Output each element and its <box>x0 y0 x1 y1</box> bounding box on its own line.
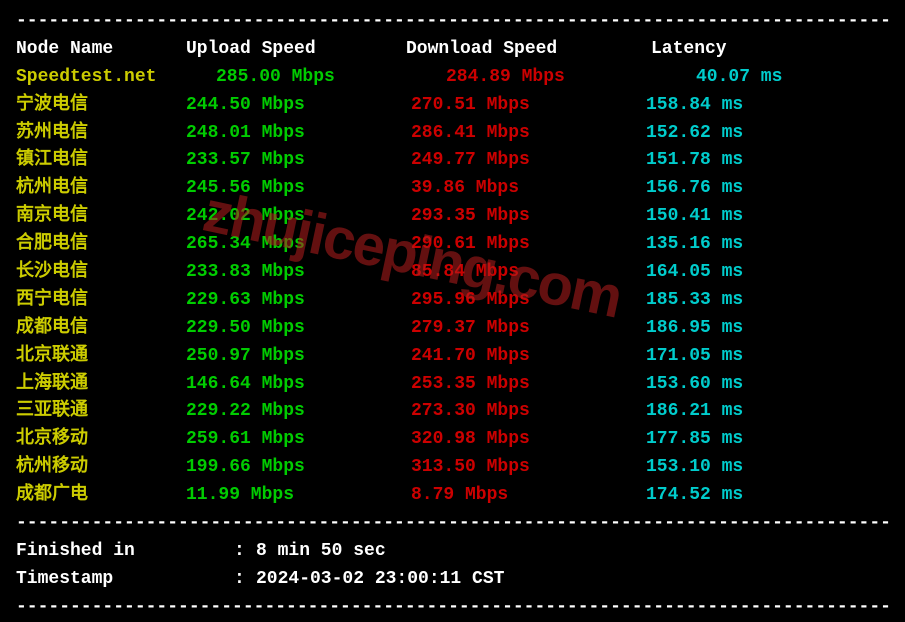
speedtest-download: 284.89 Mbps <box>446 64 696 92</box>
download-speed: 241.70 Mbps <box>411 343 646 371</box>
timestamp-value: 2024-03-02 23:00:11 CST <box>256 566 504 594</box>
download-speed: 286.41 Mbps <box>411 120 646 148</box>
download-speed: 295.96 Mbps <box>411 287 646 315</box>
footer-timestamp: Timestamp : 2024-03-02 23:00:11 CST <box>16 566 889 594</box>
table-row: 西宁电信229.63 Mbps295.96 Mbps185.33 ms <box>16 287 889 315</box>
table-row: 宁波电信244.50 Mbps270.51 Mbps158.84 ms <box>16 92 889 120</box>
node-name: 杭州移动 <box>16 454 186 482</box>
download-speed: 270.51 Mbps <box>411 92 646 120</box>
download-speed: 313.50 Mbps <box>411 454 646 482</box>
speedtest-name: Speedtest.net <box>16 64 216 92</box>
node-name: 成都电信 <box>16 315 186 343</box>
node-name: 合肥电信 <box>16 231 186 259</box>
node-name: 镇江电信 <box>16 147 186 175</box>
node-name: 北京移动 <box>16 426 186 454</box>
header-node: Node Name <box>16 36 186 64</box>
download-speed: 293.35 Mbps <box>411 203 646 231</box>
table-row: 成都广电11.99 Mbps8.79 Mbps174.52 ms <box>16 482 889 510</box>
upload-speed: 11.99 Mbps <box>186 482 411 510</box>
upload-speed: 265.34 Mbps <box>186 231 411 259</box>
latency-value: 158.84 ms <box>646 92 743 120</box>
upload-speed: 229.22 Mbps <box>186 398 411 426</box>
node-name: 西宁电信 <box>16 287 186 315</box>
node-name: 北京联通 <box>16 343 186 371</box>
download-speed: 320.98 Mbps <box>411 426 646 454</box>
latency-value: 171.05 ms <box>646 343 743 371</box>
latency-value: 151.78 ms <box>646 147 743 175</box>
table-row: 上海联通146.64 Mbps253.35 Mbps153.60 ms <box>16 371 889 399</box>
speedtest-upload: 285.00 Mbps <box>216 64 446 92</box>
upload-speed: 199.66 Mbps <box>186 454 411 482</box>
speedtest-latency: 40.07 ms <box>696 64 782 92</box>
divider-top: ----------------------------------------… <box>16 8 889 36</box>
upload-speed: 229.63 Mbps <box>186 287 411 315</box>
download-speed: 273.30 Mbps <box>411 398 646 426</box>
table-row: 杭州电信245.56 Mbps39.86 Mbps156.76 ms <box>16 175 889 203</box>
latency-value: 185.33 ms <box>646 287 743 315</box>
upload-speed: 146.64 Mbps <box>186 371 411 399</box>
download-speed: 279.37 Mbps <box>411 315 646 343</box>
upload-speed: 259.61 Mbps <box>186 426 411 454</box>
table-row: 北京联通250.97 Mbps241.70 Mbps171.05 ms <box>16 343 889 371</box>
table-row: 杭州移动199.66 Mbps313.50 Mbps153.10 ms <box>16 454 889 482</box>
download-speed: 253.35 Mbps <box>411 371 646 399</box>
timestamp-colon: : <box>234 566 256 594</box>
node-name: 上海联通 <box>16 371 186 399</box>
timestamp-label: Timestamp <box>16 566 234 594</box>
table-row: 成都电信229.50 Mbps279.37 Mbps186.95 ms <box>16 315 889 343</box>
divider-bottom: ----------------------------------------… <box>16 594 889 622</box>
table-row: 长沙电信233.83 Mbps85.84 Mbps164.05 ms <box>16 259 889 287</box>
upload-speed: 229.50 Mbps <box>186 315 411 343</box>
latency-value: 164.05 ms <box>646 259 743 287</box>
table-row: 合肥电信265.34 Mbps290.61 Mbps135.16 ms <box>16 231 889 259</box>
upload-speed: 245.56 Mbps <box>186 175 411 203</box>
download-speed: 249.77 Mbps <box>411 147 646 175</box>
latency-value: 135.16 ms <box>646 231 743 259</box>
upload-speed: 244.50 Mbps <box>186 92 411 120</box>
header-download: Download Speed <box>406 36 651 64</box>
upload-speed: 250.97 Mbps <box>186 343 411 371</box>
header-latency: Latency <box>651 36 727 64</box>
latency-value: 152.62 ms <box>646 120 743 148</box>
node-name: 三亚联通 <box>16 398 186 426</box>
footer-finished: Finished in : 8 min 50 sec <box>16 538 889 566</box>
table-row: 苏州电信248.01 Mbps286.41 Mbps152.62 ms <box>16 120 889 148</box>
table-row: 三亚联通229.22 Mbps273.30 Mbps186.21 ms <box>16 398 889 426</box>
download-speed: 290.61 Mbps <box>411 231 646 259</box>
latency-value: 153.10 ms <box>646 454 743 482</box>
divider-middle: ----------------------------------------… <box>16 510 889 538</box>
latency-value: 186.95 ms <box>646 315 743 343</box>
node-name: 苏州电信 <box>16 120 186 148</box>
download-speed: 85.84 Mbps <box>411 259 646 287</box>
latency-value: 150.41 ms <box>646 203 743 231</box>
upload-speed: 242.02 Mbps <box>186 203 411 231</box>
upload-speed: 233.57 Mbps <box>186 147 411 175</box>
download-speed: 8.79 Mbps <box>411 482 646 510</box>
table-row: 镇江电信233.57 Mbps249.77 Mbps151.78 ms <box>16 147 889 175</box>
latency-value: 174.52 ms <box>646 482 743 510</box>
node-name: 成都广电 <box>16 482 186 510</box>
upload-speed: 233.83 Mbps <box>186 259 411 287</box>
finished-colon: : <box>234 538 256 566</box>
node-name: 长沙电信 <box>16 259 186 287</box>
latency-value: 156.76 ms <box>646 175 743 203</box>
finished-value: 8 min 50 sec <box>256 538 386 566</box>
table-header: Node Name Upload Speed Download Speed La… <box>16 36 889 64</box>
latency-value: 186.21 ms <box>646 398 743 426</box>
header-upload: Upload Speed <box>186 36 406 64</box>
latency-value: 177.85 ms <box>646 426 743 454</box>
upload-speed: 248.01 Mbps <box>186 120 411 148</box>
latency-value: 153.60 ms <box>646 371 743 399</box>
node-name: 宁波电信 <box>16 92 186 120</box>
speedtest-row: Speedtest.net 285.00 Mbps 284.89 Mbps 40… <box>16 64 889 92</box>
finished-label: Finished in <box>16 538 234 566</box>
table-row: 南京电信242.02 Mbps293.35 Mbps150.41 ms <box>16 203 889 231</box>
download-speed: 39.86 Mbps <box>411 175 646 203</box>
node-name: 南京电信 <box>16 203 186 231</box>
table-row: 北京移动259.61 Mbps320.98 Mbps177.85 ms <box>16 426 889 454</box>
node-name: 杭州电信 <box>16 175 186 203</box>
